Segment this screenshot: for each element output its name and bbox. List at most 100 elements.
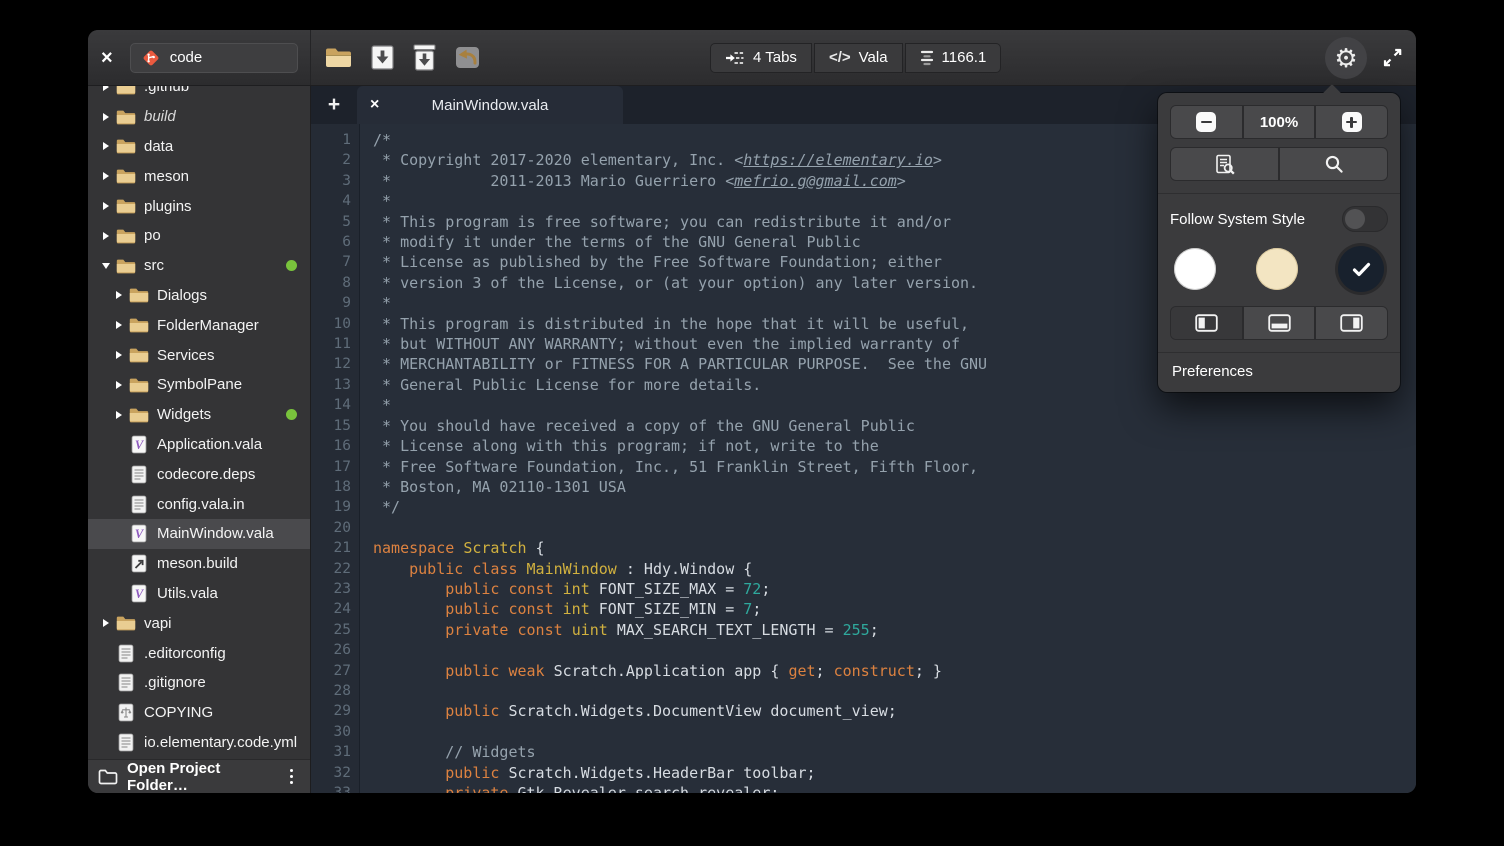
folder-item-dialogs[interactable]: Dialogs [88,281,310,311]
code-line [373,640,1416,660]
folder-item-services[interactable]: Services [88,340,310,370]
tab-switcher-icon [725,50,745,66]
code-line: */ [373,497,1416,517]
chevron-down-icon[interactable] [98,263,114,269]
chevron-right-icon[interactable] [111,351,127,359]
code-line: public weak Scratch.Application app { ge… [373,661,1416,681]
find-button[interactable] [1280,148,1387,180]
close-window-button[interactable]: × [101,48,113,68]
file-item-application-vala[interactable]: VApplication.vala [88,430,310,460]
chevron-right-icon[interactable] [98,113,114,121]
item-label: MainWindow.vala [157,525,274,542]
chevron-right-icon[interactable] [98,202,114,210]
folder-item-po[interactable]: po [88,221,310,251]
save-button[interactable] [370,44,395,71]
goto-line-button[interactable]: 1166.1 [905,43,1002,73]
file-item-utils-vala[interactable]: VUtils.vala [88,579,310,609]
folder-item-widgets[interactable]: Widgets [88,400,310,430]
style-light-button[interactable] [1174,248,1216,290]
folder-item-plugins[interactable]: plugins [88,191,310,221]
file-item-mainwindow-vala[interactable]: VMainWindow.vala [88,519,310,549]
save-icon [370,44,395,71]
line-number: 32 [311,763,359,783]
follow-system-style-toggle[interactable] [1342,206,1388,232]
code-line: // Widgets [373,742,1416,762]
style-sepia-button[interactable] [1256,248,1298,290]
tab-switcher-button[interactable]: 4 Tabs [710,43,812,73]
zoom-in-button[interactable] [1316,106,1387,138]
project-menu-button[interactable] [283,765,301,789]
folder-icon [129,375,149,394]
modified-badge [286,409,297,420]
chevron-right-icon[interactable] [98,86,114,91]
style-dark-button[interactable] [1338,246,1384,292]
folder-item-build[interactable]: build [88,102,310,132]
item-label: build [144,108,176,125]
new-tab-button[interactable]: + [311,86,357,124]
chevron-right-icon[interactable] [98,172,114,180]
license-file-icon [116,703,136,722]
text-file-icon [116,673,136,692]
file-item-codecore-deps[interactable]: codecore.deps [88,459,310,489]
code-line [373,722,1416,742]
item-label: data [144,138,173,155]
chevron-right-icon[interactable] [98,619,114,627]
line-number: 11 [311,334,359,354]
line-position-label: 1166.1 [942,49,987,66]
close-tab-icon[interactable]: × [370,97,379,113]
line-number: 20 [311,518,359,538]
find-in-files-button[interactable] [1171,148,1280,180]
line-number: 29 [311,701,359,721]
line-number: 13 [311,375,359,395]
line-number: 10 [311,314,359,334]
folder-item-symbolpane[interactable]: SymbolPane [88,370,310,400]
follow-system-style-label: Follow System Style [1170,211,1305,228]
chevron-right-icon[interactable] [98,232,114,240]
file-item-io-elementary-code-yml[interactable]: io.elementary.code.yml [88,728,310,758]
toggle-left-panel-button[interactable] [1171,307,1244,339]
toggle-bottom-panel-button[interactable] [1244,307,1317,339]
open-project-folder-button[interactable]: Open Project Folder… [88,759,310,793]
chevron-right-icon[interactable] [98,142,114,150]
file-item-gitignore[interactable]: .gitignore [88,668,310,698]
settings-menu-button[interactable]: ⚙ [1325,37,1367,79]
folder-icon [116,107,136,126]
project-chip-button[interactable]: code [130,43,298,73]
file-item-editorconfig[interactable]: .editorconfig [88,638,310,668]
folder-item-github[interactable]: .github [88,86,310,102]
language-button[interactable]: </> Vala [814,43,903,73]
fullscreen-button[interactable] [1382,47,1403,68]
zoom-out-button[interactable] [1171,106,1244,138]
item-label: Services [157,347,215,364]
code-line: * [373,395,1416,415]
open-project-folder-label: Open Project Folder… [127,760,274,794]
folder-item-meson[interactable]: meson [88,161,310,191]
chevron-right-icon[interactable] [111,381,127,389]
toggle-right-panel-button[interactable] [1316,307,1387,339]
line-number: 18 [311,477,359,497]
code-line: public const int FONT_SIZE_MIN = 7; [373,599,1416,619]
folder-item-foldermanager[interactable]: FolderManager [88,310,310,340]
tab-mainwindow-vala[interactable]: × MainWindow.vala [357,86,623,124]
folder-icon [116,167,136,186]
item-label: plugins [144,198,192,215]
line-number: 26 [311,640,359,660]
chevron-right-icon[interactable] [111,291,127,299]
checkmark-icon [1352,262,1371,277]
item-label: SymbolPane [157,376,242,393]
open-file-button[interactable] [324,46,353,70]
text-file-icon [116,644,136,663]
preferences-menu-item[interactable]: Preferences [1158,352,1400,392]
save-as-button[interactable] [412,44,437,71]
folder-item-data[interactable]: data [88,132,310,162]
file-item-config-vala-in[interactable]: config.vala.in [88,489,310,519]
zoom-level-button[interactable]: 100% [1244,106,1317,138]
chevron-right-icon[interactable] [111,321,127,329]
expand-arrows-icon [1382,47,1403,68]
file-item-meson-build[interactable]: meson.build [88,549,310,579]
undo-button[interactable] [454,45,481,70]
chevron-right-icon[interactable] [111,411,127,419]
folder-item-vapi[interactable]: vapi [88,608,310,638]
file-item-copying[interactable]: COPYING [88,698,310,728]
folder-item-src[interactable]: src [88,251,310,281]
